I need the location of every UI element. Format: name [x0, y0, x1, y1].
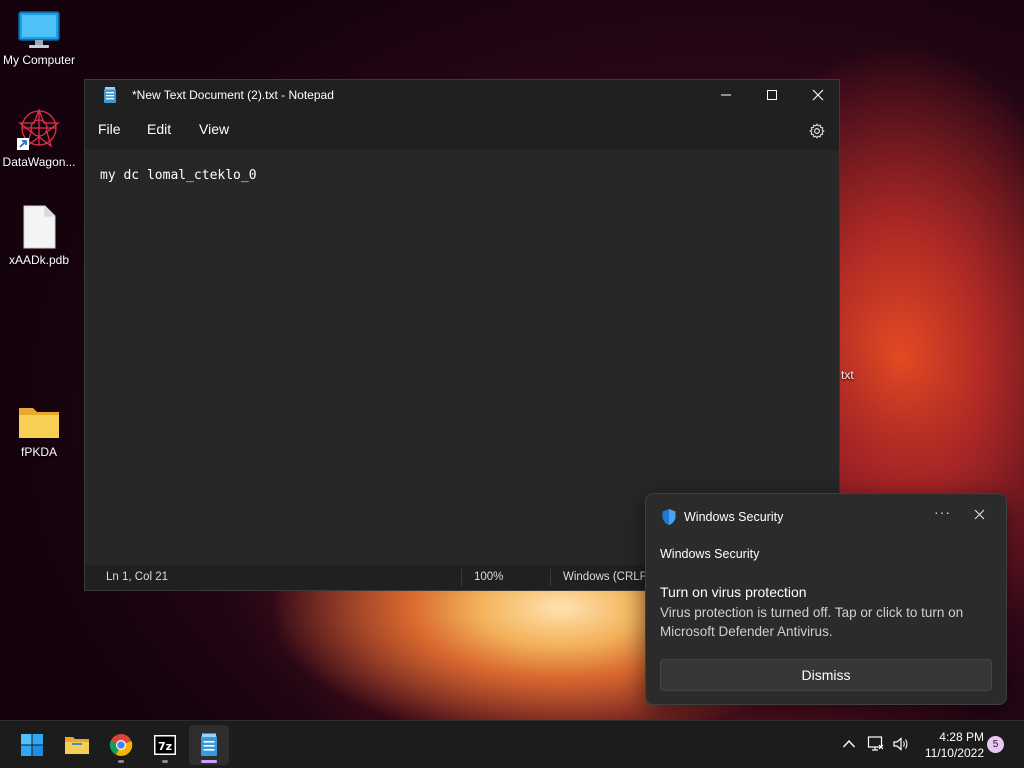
datawagon-shortcut-icon	[17, 108, 60, 150]
zoom-level: 100%	[474, 571, 504, 583]
shield-icon	[662, 509, 676, 525]
more-options-icon[interactable]: ···	[934, 504, 951, 520]
minimize-icon	[721, 94, 731, 96]
notification-body: Virus protection is turned off. Tap or c…	[660, 605, 964, 639]
minimize-button[interactable]	[703, 80, 749, 110]
desktop-icon-label: DataWagon...	[2, 155, 76, 169]
menu-file[interactable]: File	[98, 121, 121, 137]
settings-gear-icon[interactable]	[809, 123, 825, 139]
dismiss-button[interactable]: Dismiss	[660, 659, 992, 691]
window-title: *New Text Document (2).txt - Notepad	[132, 88, 334, 102]
desktop-icon-label: My Computer	[2, 53, 76, 67]
active-indicator	[201, 760, 217, 763]
desktop-icon-label: xAADk.pdb	[8, 253, 70, 267]
running-indicator	[162, 760, 168, 763]
taskbar-clock[interactable]: 4:28 PM 11/10/2022	[918, 729, 984, 761]
close-icon	[812, 89, 824, 101]
desktop-icon-fpkda[interactable]: fPKDA	[0, 402, 78, 459]
desktop-icon-my-computer[interactable]: My Computer	[0, 10, 78, 67]
line-ending: Windows (CRLF)	[563, 571, 651, 583]
7zip-button[interactable]: 7z	[145, 725, 185, 765]
taskbar: 7z 4:28 PM 11/10/2022 5	[0, 720, 1024, 768]
notification-heading: Turn on virus protection	[660, 584, 807, 600]
monitor-icon	[18, 11, 60, 48]
notepad-taskbar-button[interactable]	[189, 725, 229, 765]
folder-icon	[19, 408, 59, 438]
7zip-icon: 7z	[154, 735, 176, 755]
network-icon[interactable]	[867, 735, 885, 753]
windows-logo-icon	[21, 734, 43, 756]
volume-icon[interactable]	[892, 735, 910, 753]
close-icon[interactable]	[974, 509, 985, 520]
notification-app-name: Windows Security	[684, 510, 784, 524]
windows-security-notification[interactable]: Windows Security ··· Windows Security Tu…	[645, 493, 1007, 705]
partial-desktop-label: txt	[841, 368, 854, 382]
file-icon	[23, 205, 56, 249]
status-separator	[550, 569, 551, 586]
desktop-icon-datawagon[interactable]: DataWagon...	[0, 106, 78, 169]
file-explorer-button[interactable]	[57, 725, 97, 765]
close-button[interactable]	[795, 80, 841, 110]
svg-text:7z: 7z	[158, 740, 172, 753]
desktop-icon-xaadk-pdb[interactable]: xAADk.pdb	[0, 204, 78, 267]
notepad-title-bar[interactable]: *New Text Document (2).txt - Notepad	[85, 80, 839, 110]
clock-date: 11/10/2022	[924, 746, 984, 760]
notification-count-badge[interactable]: 5	[987, 736, 1004, 753]
clock-time: 4:28 PM	[939, 730, 984, 744]
menu-view[interactable]: View	[199, 121, 229, 137]
folder-icon	[65, 737, 89, 754]
start-button[interactable]	[12, 725, 52, 765]
notepad-app-icon	[104, 87, 116, 103]
notification-sender: Windows Security	[660, 547, 760, 561]
maximize-icon	[767, 90, 777, 100]
chevron-up-icon[interactable]	[842, 739, 856, 749]
running-indicator	[118, 760, 124, 763]
maximize-button[interactable]	[749, 80, 795, 110]
notepad-menu-bar: File Edit View	[85, 110, 839, 150]
status-separator	[461, 569, 462, 586]
desktop-icon-label: fPKDA	[20, 445, 57, 459]
chrome-icon	[109, 734, 133, 756]
cursor-position: Ln 1, Col 21	[106, 571, 169, 583]
menu-edit[interactable]: Edit	[147, 121, 171, 137]
notepad-icon	[201, 733, 217, 756]
chrome-button[interactable]	[101, 725, 141, 765]
